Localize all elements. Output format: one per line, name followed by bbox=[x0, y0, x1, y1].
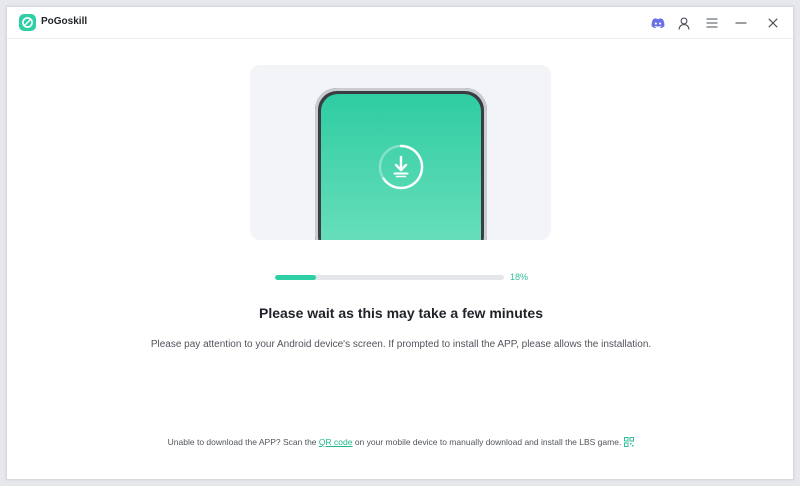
app-window: PoGoskill 18% Please wait as this may ta… bbox=[6, 6, 794, 480]
wait-headline: Please wait as this may take a few minut… bbox=[258, 305, 544, 321]
minimize-icon[interactable] bbox=[733, 15, 749, 31]
qr-code-icon[interactable] bbox=[624, 437, 635, 447]
discord-icon[interactable] bbox=[650, 15, 666, 31]
progress-percent: 18% bbox=[510, 272, 529, 282]
phone-illustration bbox=[250, 65, 551, 240]
app-title: PoGoskill bbox=[41, 16, 88, 27]
phone-screen bbox=[321, 94, 481, 240]
footer-note: Unable to download the APP? Scan the QR … bbox=[7, 437, 795, 447]
menu-icon[interactable] bbox=[704, 15, 720, 31]
title-bar: PoGoskill bbox=[7, 7, 793, 39]
phone-frame bbox=[315, 88, 487, 240]
progress-fill bbox=[275, 275, 317, 280]
qr-code-link[interactable]: QR code bbox=[319, 437, 353, 447]
download-icon bbox=[378, 144, 424, 190]
footer-text-before: Unable to download the APP? Scan the bbox=[167, 437, 319, 447]
app-logo-icon bbox=[19, 14, 36, 31]
close-icon[interactable] bbox=[765, 15, 781, 31]
progress-bar bbox=[275, 275, 504, 280]
install-instruction: Please pay attention to your Android dev… bbox=[150, 339, 652, 350]
footer-text-after: on your mobile device to manually downlo… bbox=[352, 437, 622, 447]
user-icon[interactable] bbox=[676, 15, 692, 31]
